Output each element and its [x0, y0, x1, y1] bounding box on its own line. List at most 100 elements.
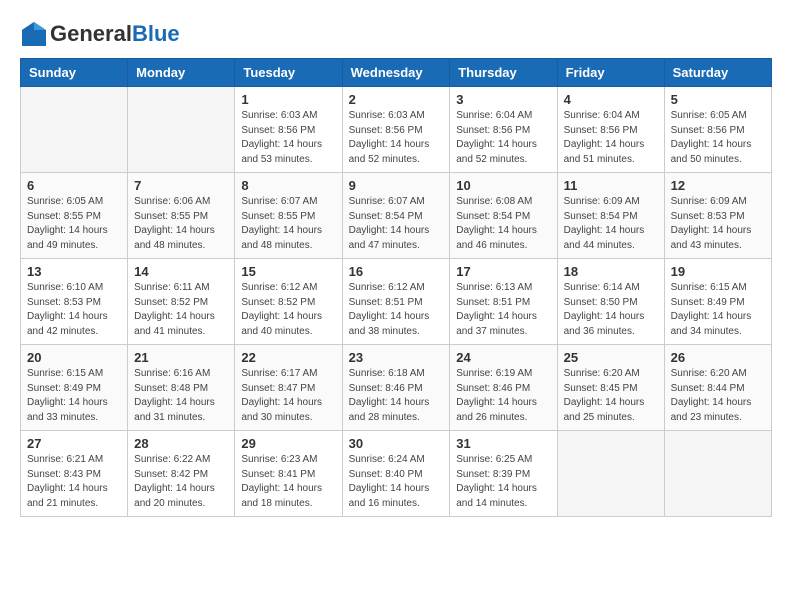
day-info: Sunrise: 6:05 AMSunset: 8:56 PMDaylight:… [671, 109, 765, 167]
calendar-cell [128, 87, 235, 173]
day-info: Sunrise: 6:04 AMSunset: 8:56 PMDaylight:… [564, 109, 658, 167]
day-number: 27 [27, 436, 121, 451]
logo-icon [20, 20, 48, 48]
day-header-sunday: Sunday [21, 59, 128, 87]
calendar-cell: 19 Sunrise: 6:15 AMSunset: 8:49 PMDayligh… [664, 259, 771, 345]
logo-blue-text: Blue [132, 21, 180, 46]
day-header-wednesday: Wednesday [342, 59, 450, 87]
day-number: 29 [241, 436, 335, 451]
day-info: Sunrise: 6:05 AMSunset: 8:55 PMDaylight:… [27, 195, 121, 253]
page-header: GeneralBlue [20, 20, 772, 48]
calendar-cell: 1 Sunrise: 6:03 AMSunset: 8:56 PMDaylight… [235, 87, 342, 173]
day-number: 10 [456, 178, 550, 193]
day-header-saturday: Saturday [664, 59, 771, 87]
calendar-cell: 2 Sunrise: 6:03 AMSunset: 8:56 PMDaylight… [342, 87, 450, 173]
day-number: 20 [27, 350, 121, 365]
day-number: 24 [456, 350, 550, 365]
day-info: Sunrise: 6:16 AMSunset: 8:48 PMDaylight:… [134, 367, 228, 425]
day-info: Sunrise: 6:06 AMSunset: 8:55 PMDaylight:… [134, 195, 228, 253]
calendar-cell: 27 Sunrise: 6:21 AMSunset: 8:43 PMDayligh… [21, 431, 128, 517]
calendar-cell: 15 Sunrise: 6:12 AMSunset: 8:52 PMDayligh… [235, 259, 342, 345]
calendar-cell: 16 Sunrise: 6:12 AMSunset: 8:51 PMDayligh… [342, 259, 450, 345]
day-info: Sunrise: 6:10 AMSunset: 8:53 PMDaylight:… [27, 281, 121, 339]
day-info: Sunrise: 6:20 AMSunset: 8:44 PMDaylight:… [671, 367, 765, 425]
calendar-cell: 17Sunrise: 6:13 AMSunset: 8:51 PMDayligh… [450, 259, 557, 345]
calendar-cell: 22 Sunrise: 6:17 AMSunset: 8:47 PMDayligh… [235, 345, 342, 431]
calendar-cell: 11Sunrise: 6:09 AMSunset: 8:54 PMDayligh… [557, 173, 664, 259]
calendar-cell: 31Sunrise: 6:25 AMSunset: 8:39 PMDayligh… [450, 431, 557, 517]
day-info: Sunrise: 6:17 AMSunset: 8:47 PMDaylight:… [241, 367, 335, 425]
calendar-week-row: 13Sunrise: 6:10 AMSunset: 8:53 PMDayligh… [21, 259, 772, 345]
day-info: Sunrise: 6:22 AMSunset: 8:42 PMDaylight:… [134, 453, 228, 511]
day-info: Sunrise: 6:12 AMSunset: 8:52 PMDaylight:… [241, 281, 335, 339]
calendar-week-row: 6 Sunrise: 6:05 AMSunset: 8:55 PMDaylight… [21, 173, 772, 259]
day-info: Sunrise: 6:12 AMSunset: 8:51 PMDaylight:… [349, 281, 444, 339]
day-number: 25 [564, 350, 658, 365]
day-info: Sunrise: 6:09 AMSunset: 8:53 PMDaylight:… [671, 195, 765, 253]
calendar-cell: 28 Sunrise: 6:22 AMSunset: 8:42 PMDayligh… [128, 431, 235, 517]
day-number: 18 [564, 264, 658, 279]
calendar-cell: 25 Sunrise: 6:20 AMSunset: 8:45 PMDayligh… [557, 345, 664, 431]
day-number: 22 [241, 350, 335, 365]
day-info: Sunrise: 6:19 AMSunset: 8:46 PMDaylight:… [456, 367, 550, 425]
day-header-tuesday: Tuesday [235, 59, 342, 87]
calendar-cell: 30 Sunrise: 6:24 AMSunset: 8:40 PMDayligh… [342, 431, 450, 517]
day-info: Sunrise: 6:03 AMSunset: 8:56 PMDaylight:… [349, 109, 444, 167]
day-number: 15 [241, 264, 335, 279]
calendar-cell: 4 Sunrise: 6:04 AMSunset: 8:56 PMDaylight… [557, 87, 664, 173]
calendar-cell: 13Sunrise: 6:10 AMSunset: 8:53 PMDayligh… [21, 259, 128, 345]
calendar-week-row: 1 Sunrise: 6:03 AMSunset: 8:56 PMDaylight… [21, 87, 772, 173]
day-info: Sunrise: 6:18 AMSunset: 8:46 PMDaylight:… [349, 367, 444, 425]
calendar-cell: 9 Sunrise: 6:07 AMSunset: 8:54 PMDaylight… [342, 173, 450, 259]
day-number: 17 [456, 264, 550, 279]
day-info: Sunrise: 6:20 AMSunset: 8:45 PMDaylight:… [564, 367, 658, 425]
calendar-cell: 18 Sunrise: 6:14 AMSunset: 8:50 PMDayligh… [557, 259, 664, 345]
calendar-week-row: 27 Sunrise: 6:21 AMSunset: 8:43 PMDayligh… [21, 431, 772, 517]
calendar-cell: 6 Sunrise: 6:05 AMSunset: 8:55 PMDaylight… [21, 173, 128, 259]
calendar-cell: 21 Sunrise: 6:16 AMSunset: 8:48 PMDayligh… [128, 345, 235, 431]
day-number: 23 [349, 350, 444, 365]
day-info: Sunrise: 6:24 AMSunset: 8:40 PMDaylight:… [349, 453, 444, 511]
calendar-cell: 29 Sunrise: 6:23 AMSunset: 8:41 PMDayligh… [235, 431, 342, 517]
calendar-cell [664, 431, 771, 517]
calendar-cell: 7Sunrise: 6:06 AMSunset: 8:55 PMDaylight… [128, 173, 235, 259]
calendar-cell [557, 431, 664, 517]
day-number: 1 [241, 92, 335, 107]
day-number: 28 [134, 436, 228, 451]
calendar-table: SundayMondayTuesdayWednesdayThursdayFrid… [20, 58, 772, 517]
calendar-week-row: 20Sunrise: 6:15 AMSunset: 8:49 PMDayligh… [21, 345, 772, 431]
day-number: 19 [671, 264, 765, 279]
calendar-cell: 24 Sunrise: 6:19 AMSunset: 8:46 PMDayligh… [450, 345, 557, 431]
logo-general-text: General [50, 21, 132, 46]
day-header-thursday: Thursday [450, 59, 557, 87]
day-number: 8 [241, 178, 335, 193]
calendar-cell: 20Sunrise: 6:15 AMSunset: 8:49 PMDayligh… [21, 345, 128, 431]
calendar-cell: 23 Sunrise: 6:18 AMSunset: 8:46 PMDayligh… [342, 345, 450, 431]
day-number: 31 [456, 436, 550, 451]
day-info: Sunrise: 6:15 AMSunset: 8:49 PMDaylight:… [671, 281, 765, 339]
calendar-cell: 12 Sunrise: 6:09 AMSunset: 8:53 PMDayligh… [664, 173, 771, 259]
calendar-header-row: SundayMondayTuesdayWednesdayThursdayFrid… [21, 59, 772, 87]
day-number: 30 [349, 436, 444, 451]
day-number: 21 [134, 350, 228, 365]
day-info: Sunrise: 6:14 AMSunset: 8:50 PMDaylight:… [564, 281, 658, 339]
day-number: 5 [671, 92, 765, 107]
day-info: Sunrise: 6:03 AMSunset: 8:56 PMDaylight:… [241, 109, 335, 167]
day-number: 12 [671, 178, 765, 193]
day-header-friday: Friday [557, 59, 664, 87]
day-number: 4 [564, 92, 658, 107]
day-info: Sunrise: 6:11 AMSunset: 8:52 PMDaylight:… [134, 281, 228, 339]
calendar-cell: 3Sunrise: 6:04 AMSunset: 8:56 PMDaylight… [450, 87, 557, 173]
day-number: 6 [27, 178, 121, 193]
day-info: Sunrise: 6:21 AMSunset: 8:43 PMDaylight:… [27, 453, 121, 511]
day-info: Sunrise: 6:07 AMSunset: 8:54 PMDaylight:… [349, 195, 444, 253]
calendar-cell [21, 87, 128, 173]
day-info: Sunrise: 6:23 AMSunset: 8:41 PMDaylight:… [241, 453, 335, 511]
day-number: 16 [349, 264, 444, 279]
calendar-cell: 14Sunrise: 6:11 AMSunset: 8:52 PMDayligh… [128, 259, 235, 345]
day-info: Sunrise: 6:08 AMSunset: 8:54 PMDaylight:… [456, 195, 550, 253]
day-number: 9 [349, 178, 444, 193]
day-number: 2 [349, 92, 444, 107]
logo: GeneralBlue [20, 20, 180, 48]
calendar-cell: 10 Sunrise: 6:08 AMSunset: 8:54 PMDayligh… [450, 173, 557, 259]
